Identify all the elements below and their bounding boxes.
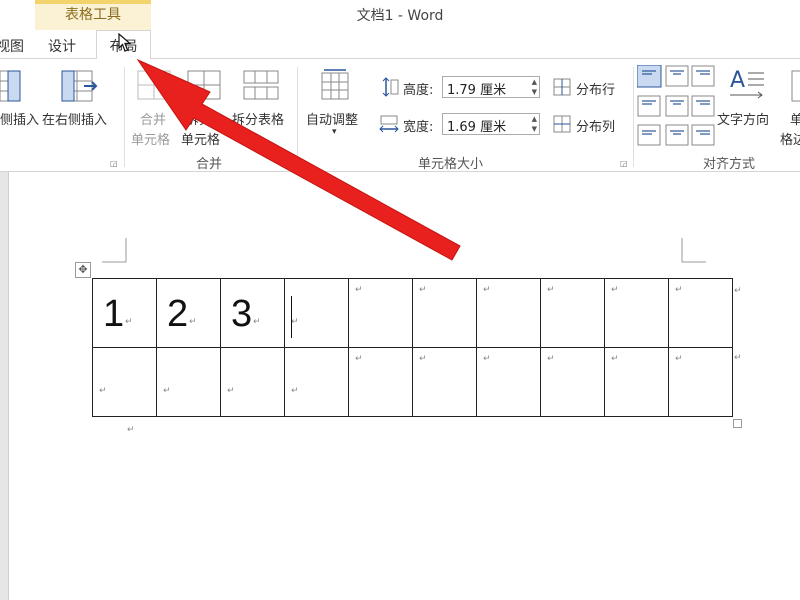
cell-end-mark: ↵	[419, 285, 427, 295]
cell-text: 1	[103, 293, 125, 335]
row-end-mark: ↵	[734, 286, 742, 296]
cell-end-mark: ↵	[675, 285, 683, 295]
table-cell[interactable]: ↵	[284, 278, 349, 348]
table-cell[interactable]: 3 ↵	[220, 278, 285, 348]
cell-end-mark: ↵	[547, 285, 555, 295]
table-cell[interactable]: ↵	[476, 278, 541, 348]
table-cell[interactable]: ↵	[604, 278, 669, 348]
cell-end-mark: ↵	[355, 285, 363, 295]
table-resize-handle-icon[interactable]	[733, 419, 742, 428]
table-cell[interactable]: ↵	[92, 347, 157, 417]
cell-end-mark: ↵	[483, 285, 491, 295]
table-cell[interactable]: ↵	[348, 278, 413, 348]
table-cell[interactable]: ↵	[476, 347, 541, 417]
cell-end-mark: ↵	[125, 317, 133, 327]
cell-end-mark: ↵	[355, 354, 363, 364]
cell-end-mark: ↵	[419, 354, 427, 364]
table-cell[interactable]: 1 ↵	[92, 278, 157, 348]
cell-end-mark: ↵	[291, 386, 299, 396]
table-cell[interactable]: ↵	[284, 347, 349, 417]
cell-text: 2	[167, 293, 189, 335]
table-cell[interactable]: ↵	[412, 278, 477, 348]
cell-end-mark: ↵	[483, 354, 491, 364]
table-cell[interactable]: ↵	[540, 278, 605, 348]
document-table[interactable]: 1 ↵ 2 ↵ 3 ↵ ↵ ↵ ↵ ↵ ↵ ↵ ↵ ↵ ↵ ↵ ↵ ↵ ↵ ↵ ↵ ↵ ↵	[92, 278, 733, 417]
table-cell[interactable]: ↵	[220, 347, 285, 417]
cell-end-mark: ↵	[547, 354, 555, 364]
cell-end-mark: ↵	[611, 285, 619, 295]
cell-end-mark: ↵	[253, 317, 261, 327]
table-cell[interactable]: ↵	[604, 347, 669, 417]
cell-end-mark: ↵	[189, 317, 197, 327]
word-window: 表格工具 文档1 - Word 视图 设计 布局 侧插入 在右侧插入 ◲	[0, 0, 800, 600]
cell-end-mark: ↵	[611, 354, 619, 364]
table-cell[interactable]: ↵	[348, 347, 413, 417]
cell-end-mark: ↵	[675, 354, 683, 364]
table-cell[interactable]: ↵	[412, 347, 477, 417]
table-cell[interactable]: ↵	[668, 347, 733, 417]
cell-end-mark: ↵	[227, 386, 235, 396]
paragraph-mark: ↵	[127, 425, 135, 435]
cell-end-mark: ↵	[99, 386, 107, 396]
table-cell[interactable]: 2 ↵	[156, 278, 221, 348]
cell-end-mark: ↵	[291, 317, 299, 327]
row-end-mark: ↵	[734, 353, 742, 363]
table-move-handle-icon[interactable]: ✥	[75, 262, 91, 278]
table-row: 1 ↵ 2 ↵ 3 ↵ ↵ ↵ ↵ ↵ ↵ ↵ ↵	[92, 278, 733, 348]
table-cell[interactable]: ↵	[668, 278, 733, 348]
cell-text: 3	[231, 293, 253, 335]
text-cursor	[291, 296, 292, 338]
table-cell[interactable]: ↵	[540, 347, 605, 417]
table-row: ↵ ↵ ↵ ↵ ↵ ↵ ↵ ↵ ↵ ↵	[92, 347, 733, 417]
cell-end-mark: ↵	[163, 386, 171, 396]
table-cell[interactable]: ↵	[156, 347, 221, 417]
